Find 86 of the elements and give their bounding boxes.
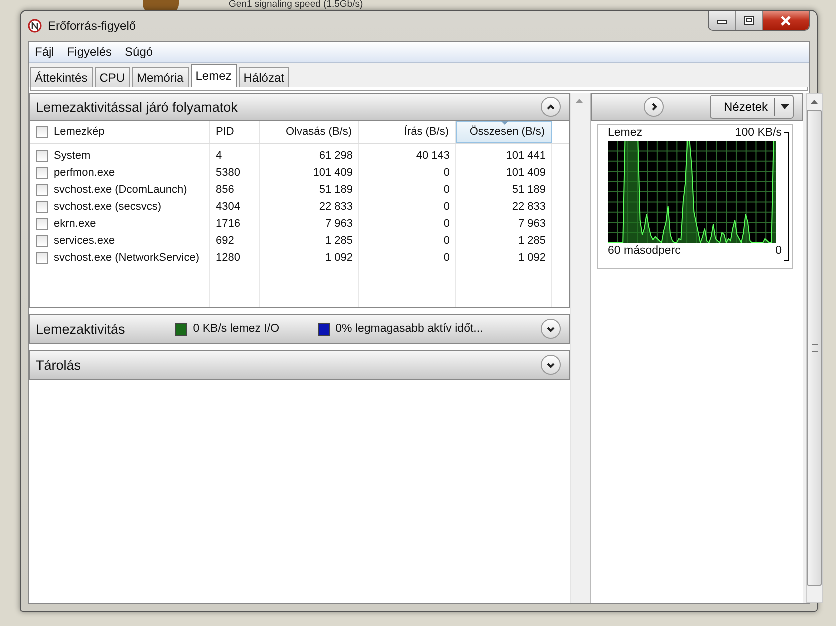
table-cell: 1 092 [518, 252, 546, 264]
checkbox[interactable] [36, 150, 48, 162]
table-cell: 7 963 [325, 218, 353, 230]
legend-text: 0% legmagasabb aktív időt... [336, 323, 484, 335]
table-cell: 22 833 [512, 200, 546, 212]
graph-max-label: 100 KB/s [735, 127, 782, 139]
scroll-up-icon[interactable] [811, 100, 818, 104]
table-cell: 101 409 [313, 166, 353, 178]
section-title: Lemezaktivitás [36, 322, 126, 336]
minimize-button[interactable] [709, 11, 736, 30]
table-cell: 40 143 [416, 150, 450, 162]
table-cell: 0 [444, 200, 450, 212]
checkbox[interactable] [36, 126, 48, 138]
expand-panel-button[interactable] [644, 97, 664, 117]
checkbox[interactable] [36, 200, 48, 212]
table-cell: svchost.exe (secsvcs) [54, 200, 162, 212]
close-icon [780, 16, 792, 26]
section-title: Tárolás [36, 358, 82, 372]
table-cell: 4 [216, 150, 222, 162]
checkbox[interactable] [36, 166, 48, 178]
collapse-button[interactable] [541, 97, 561, 117]
table-cell: 0 [444, 218, 450, 230]
table-cell: 4304 [216, 200, 240, 212]
table-cell: System [54, 150, 91, 162]
column-header[interactable]: Összesen (B/s) [456, 121, 552, 143]
table-cell: 1716 [216, 218, 240, 230]
table-cell: 1280 [216, 252, 240, 264]
table-cell: 856 [216, 184, 234, 196]
close-button[interactable] [763, 11, 809, 30]
graph-title: Lemez [608, 127, 643, 139]
scrollbar[interactable] [806, 93, 823, 603]
table-cell: 0 [444, 252, 450, 264]
menu-item[interactable]: Súgó [125, 45, 154, 59]
table-cell: 101 441 [506, 150, 546, 162]
chevron-icon [546, 102, 556, 112]
column-header[interactable]: PID [210, 121, 260, 143]
checkbox[interactable] [36, 184, 48, 196]
table-cell: perfmon.exe [54, 166, 116, 178]
tab[interactable]: Áttekintés [30, 67, 93, 87]
window-title: Erőforrás-figyelő [48, 19, 136, 33]
table-cell: 5380 [216, 166, 240, 178]
checkbox[interactable] [36, 234, 48, 246]
maximize-icon [744, 16, 754, 25]
column-header[interactable]: Olvasás (B/s) [260, 121, 359, 143]
table-cell: svchost.exe (NetworkService) [54, 252, 200, 264]
table-cell: ekrn.exe [54, 218, 96, 230]
menu-item[interactable]: Fájl [35, 45, 54, 59]
background-text: Gen1 signaling speed (1.5Gb/s) [229, 0, 364, 10]
table-cell: 692 [216, 234, 234, 246]
caret-icon [780, 104, 789, 110]
minimize-icon [717, 18, 727, 24]
checkbox[interactable] [36, 252, 48, 264]
table-cell: 0 [444, 166, 450, 178]
app-icon [28, 19, 42, 33]
checkbox[interactable] [36, 218, 48, 230]
scale-bracket-icon [784, 132, 790, 262]
graph-duration-label: 60 másodperc [608, 245, 681, 257]
section-title: Lemezaktivitással járó folyamatok [36, 100, 238, 114]
table-cell: 22 833 [319, 200, 353, 212]
table-cell: 0 [444, 234, 450, 246]
tab[interactable]: Memória [132, 67, 189, 87]
table-cell: services.exe [54, 234, 116, 246]
menu-item[interactable]: Figyelés [67, 45, 112, 59]
maximize-button[interactable] [736, 11, 763, 30]
table-cell: svchost.exe (DcomLaunch) [54, 184, 188, 196]
table-cell: 1 285 [518, 234, 546, 246]
tab[interactable]: Lemez [190, 64, 237, 87]
table-cell: 0 [444, 184, 450, 196]
table-cell: 61 298 [319, 150, 353, 162]
graph-min-label: 0 [776, 245, 782, 257]
tab[interactable]: CPU [94, 67, 130, 87]
table-cell: 1 285 [325, 234, 353, 246]
table-cell: 51 189 [512, 184, 546, 196]
scroll-up-icon[interactable] [576, 99, 582, 103]
views-dropdown-button[interactable]: Nézetek [710, 95, 794, 119]
table-cell: 1 092 [325, 252, 353, 264]
column-header[interactable]: Lemezkép [30, 121, 210, 143]
expand-button[interactable] [541, 319, 561, 339]
legend-text: 0 KB/s lemez I/O [193, 323, 280, 335]
scrollbar-thumb[interactable] [807, 110, 822, 586]
table-cell: 51 189 [319, 184, 353, 196]
table-cell: 101 409 [506, 166, 546, 178]
sort-arrow-icon [501, 121, 509, 125]
expand-button[interactable] [541, 355, 561, 375]
table-cell: 7 963 [518, 218, 546, 230]
tab[interactable]: Hálózat [238, 67, 290, 87]
